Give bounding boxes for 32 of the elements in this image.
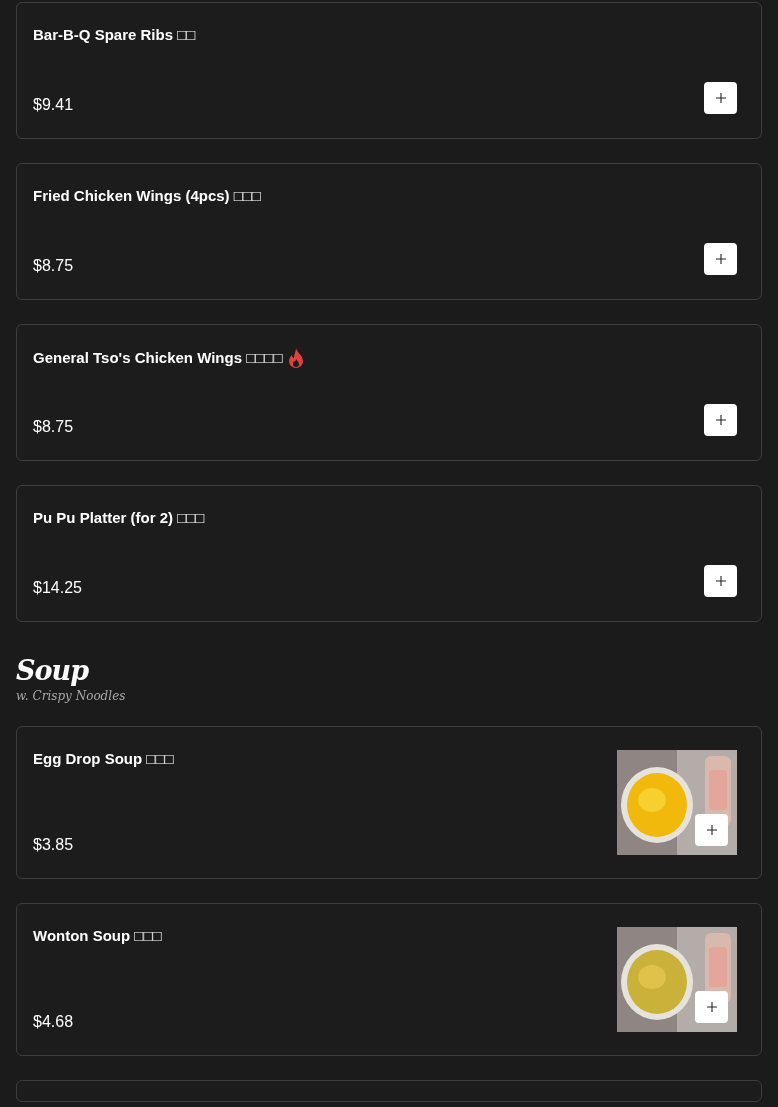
add-button[interactable] (704, 404, 737, 436)
add-button[interactable] (695, 814, 728, 846)
menu-item-card[interactable]: Wonton Soup □□□ $4.68 (16, 903, 762, 1056)
item-name: Egg Drop Soup □□□ (33, 750, 174, 768)
add-button[interactable] (704, 82, 737, 114)
menu-item-card[interactable]: Bar-B-Q Spare Ribs □□ $9.41 (16, 2, 762, 139)
item-name: General Tso's Chicken Wings □□□□ (33, 349, 283, 367)
section-subtitle: w. Crispy Noodles (16, 688, 126, 704)
add-button[interactable] (695, 991, 728, 1023)
item-name: Bar-B-Q Spare Ribs □□ (33, 26, 196, 44)
item-name: Pu Pu Platter (for 2) □□□ (33, 509, 205, 527)
menu-item-card[interactable]: Fried Chicken Wings (4pcs) □□□ $8.75 (16, 163, 762, 300)
add-button[interactable] (704, 565, 737, 597)
plus-icon (715, 415, 726, 425)
plus-icon (706, 1002, 717, 1012)
plus-icon (706, 825, 717, 835)
menu-item-card[interactable]: Pu Pu Platter (for 2) □□□ $14.25 (16, 485, 762, 622)
item-price: $14.25 (33, 578, 83, 598)
plus-icon (715, 576, 726, 586)
item-name: Fried Chicken Wings (4pcs) □□□ (33, 187, 261, 205)
item-name: Wonton Soup □□□ (33, 927, 162, 945)
item-price: $3.85 (33, 835, 75, 855)
item-price: $9.41 (33, 95, 75, 115)
menu-item-card[interactable]: General Tso's Chicken Wings □□□□ $8.75 (16, 324, 762, 461)
menu-item-card[interactable]: Egg Drop Soup □□□ $3.85 (16, 726, 762, 879)
add-button[interactable] (704, 243, 737, 275)
item-price: $8.75 (33, 417, 75, 437)
plus-icon (715, 254, 726, 264)
item-price: $8.75 (33, 256, 75, 276)
plus-icon (715, 93, 726, 103)
section-title: Soup (16, 654, 89, 688)
item-price: $4.68 (33, 1012, 75, 1032)
